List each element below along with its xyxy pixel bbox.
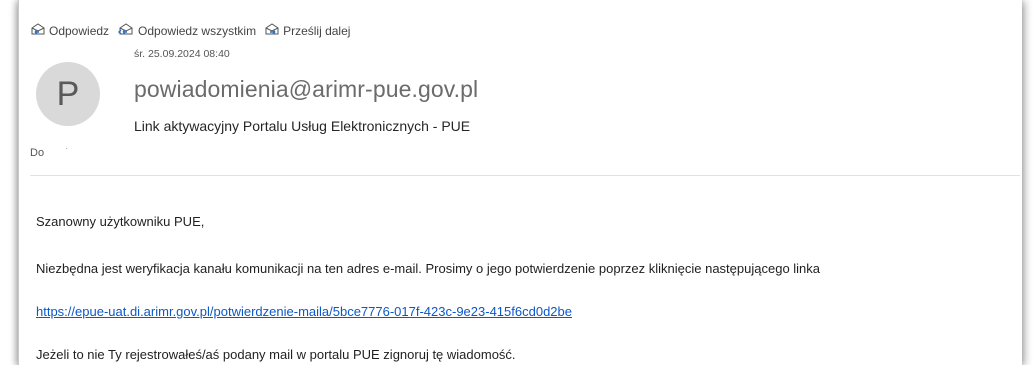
message-subject: Link aktywacyjny Portalu Usług Elektroni… [134,118,471,134]
to-label: Do [30,147,45,159]
forward-icon [264,22,283,39]
reply-all-label: Odpowiedz wszystkim [138,23,257,38]
avatar-initial: P [56,74,80,113]
verification-link[interactable]: https://epue-uat.di.arimr.gov.pl/potwier… [36,304,572,319]
body-greeting: Szanowny użytkowniku PUE, [36,214,205,229]
sender-address[interactable]: powiadomienia@arimr-pue.gov.pl [134,76,478,103]
body-paragraph-verification: Niezbędna jest weryfikacja kanału komuni… [36,261,821,276]
body-paragraph-ignore: Jeżeli to nie Ty rejestrowałeś/aś podany… [36,347,516,362]
forward-button[interactable]: Prześlij dalej [264,22,350,39]
forward-label: Prześlij dalej [283,23,351,38]
reply-all-icon [117,22,138,39]
reply-button[interactable]: Odpowiedz [30,22,109,39]
reply-all-button[interactable]: Odpowiedz wszystkim [117,22,256,39]
header-divider [30,175,1020,176]
message-toolbar: Odpowiedz Odpowiedz wszystkim Prześlij d… [30,22,358,39]
message-date: śr. 25.09.2024 08:40 [134,48,230,60]
recipient-value[interactable]: · [65,143,68,153]
reply-label: Odpowiedz [49,23,110,38]
sender-avatar[interactable]: P [36,62,100,126]
recipient-line: Do · [30,143,68,159]
reply-icon [30,22,49,39]
